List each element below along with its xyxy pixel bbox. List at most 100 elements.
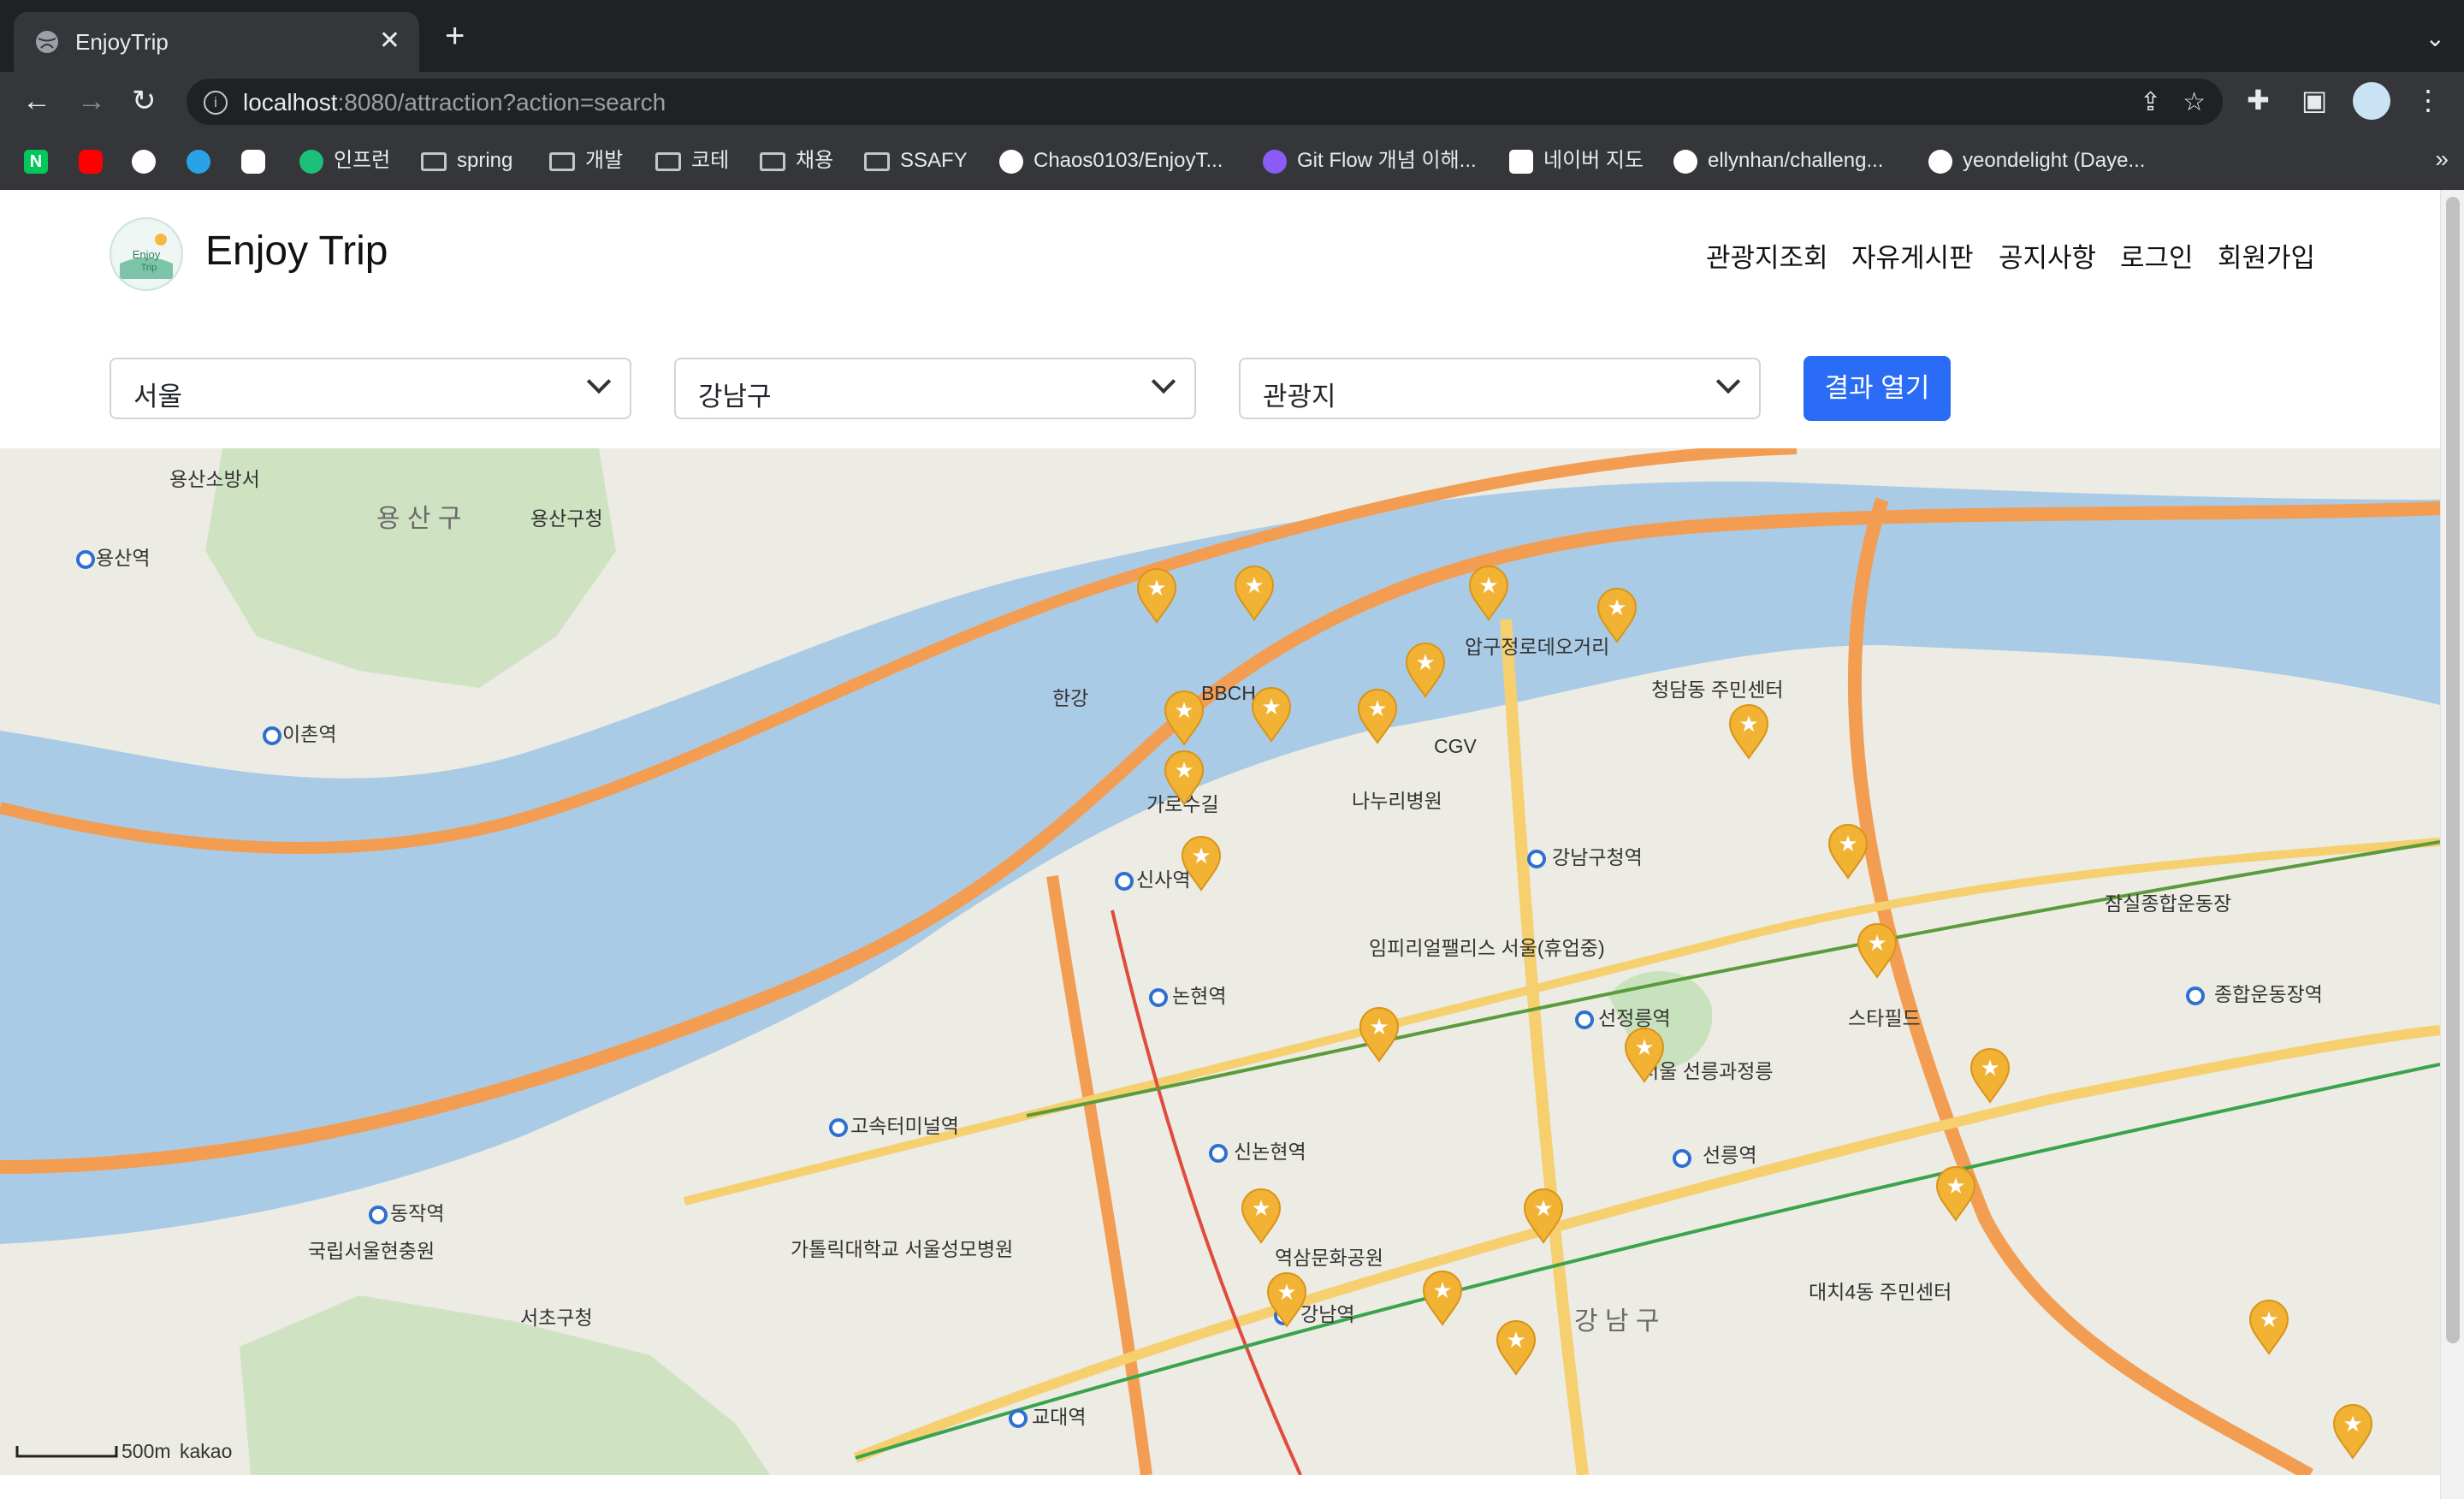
map-label-starfield: 스타필드	[1848, 1007, 1921, 1029]
folder-icon	[549, 151, 575, 171]
bookmark-youtube[interactable]	[79, 145, 113, 176]
svg-text:★: ★	[1367, 696, 1387, 722]
region-select[interactable]: 서울	[110, 358, 631, 419]
map-label-gangnamgu-office-station: 강남구청역	[1552, 846, 1643, 868]
map-label-bbch: BBCH	[1201, 682, 1256, 704]
kakao-map[interactable]: 용 산 구 강 남 구 한강 용산역 용산소방서 용산구청 이촌역 신사역 논현…	[0, 448, 2440, 1475]
site-title[interactable]: Enjoy Trip	[205, 228, 388, 275]
bookmark-yeondelight[interactable]: yeondelight (Daye...	[1928, 145, 2145, 176]
map-label-gyodae-station: 교대역	[1032, 1406, 1086, 1428]
bookmark-folder-cote[interactable]: 코테	[655, 145, 729, 176]
svg-text:★: ★	[1980, 1056, 1999, 1081]
bookmark-folder-job[interactable]: 채용	[760, 145, 833, 176]
globe-icon	[36, 31, 58, 53]
bookmark-app[interactable]	[241, 145, 275, 176]
nav-login[interactable]: 로그인	[2120, 236, 2194, 275]
address-bar[interactable]: i localhost:8080/attraction?action=searc…	[187, 79, 2223, 125]
bookmark-inflearn[interactable]: 인프런	[299, 145, 390, 176]
bookmark-star-icon[interactable]: ☆	[2183, 88, 2206, 116]
map-label-nanuri-hospital: 나누리병원	[1352, 790, 1442, 812]
browser-tab-bar: EnjoyTrip ✕ + ⌄	[0, 0, 2464, 72]
naver-icon: N	[24, 149, 48, 174]
svg-text:★: ★	[2259, 1307, 2278, 1333]
bookmark-folder-ssafy[interactable]: SSAFY	[864, 145, 968, 176]
nav-signup[interactable]: 회원가입	[2218, 236, 2315, 275]
profile-avatar[interactable]	[2353, 82, 2390, 120]
github-icon	[132, 149, 156, 174]
map-label-seonjeongneung-station: 선정릉역	[1598, 1007, 1671, 1029]
map-label-seolleung-tomb: 서울 선릉과정릉	[1641, 1060, 1774, 1082]
map-label-express-bus-terminal: 고속터미널역	[850, 1115, 959, 1137]
map-label-apgujeong-rodeo: 압구정로데오거리	[1465, 636, 1609, 658]
bookmark-ellynhan[interactable]: ellynhan/challeng...	[1673, 145, 1883, 176]
scrollbar-thumb[interactable]	[2446, 197, 2460, 1343]
map-label-seocho-office: 서초구청	[520, 1306, 593, 1329]
forward-icon[interactable]: →	[77, 84, 106, 118]
git-icon	[1263, 149, 1287, 174]
tab-title: EnjoyTrip	[75, 29, 169, 55]
bookmark-naver-map[interactable]: 네이버 지도	[1509, 145, 1644, 176]
bookmarks-bar: N 인프런 spring 개발 코테 채용 SSAFY Chaos0103/En…	[0, 132, 2464, 191]
map-label-dongjak-station: 동작역	[390, 1202, 444, 1224]
svg-text:★: ★	[1244, 573, 1264, 599]
svg-text:★: ★	[1432, 1278, 1452, 1304]
map-label-yongsan-gu: 용 산 구	[376, 505, 461, 533]
svg-text:★: ★	[1838, 832, 1857, 857]
youtube-icon	[79, 149, 103, 174]
back-icon[interactable]: ←	[22, 84, 51, 118]
nav-board[interactable]: 자유게시판	[1851, 236, 1974, 275]
map-label-jamsil-stadium: 잠실종합운동장	[2105, 892, 2231, 915]
map-label-sinnonhyeon-station: 신논현역	[1234, 1141, 1306, 1163]
svg-text:★: ★	[1506, 1328, 1525, 1354]
bookmark-naver[interactable]: N	[24, 145, 58, 176]
page-scrollbar[interactable]	[2440, 190, 2464, 1499]
map-label-ichon-station: 이촌역	[282, 723, 336, 745]
bookmark-edge[interactable]	[187, 145, 221, 176]
svg-text:★: ★	[1251, 1196, 1270, 1222]
bookmark-folder-dev[interactable]: 개발	[549, 145, 623, 176]
svg-text:★: ★	[1533, 1196, 1553, 1222]
bookmark-chaos0103[interactable]: Chaos0103/EnjoyT...	[999, 145, 1223, 176]
map-label-national-cemetery: 국립서울현충원	[308, 1240, 435, 1262]
bookmark-folder-spring[interactable]: spring	[421, 145, 512, 176]
new-tab-icon[interactable]: +	[445, 19, 465, 53]
map-label-sports-complex-station: 종합운동장역	[2214, 983, 2323, 1005]
district-select[interactable]: 강남구	[674, 358, 1196, 419]
close-tab-icon[interactable]: ✕	[379, 26, 400, 56]
folder-icon	[760, 151, 785, 171]
svg-text:★: ★	[1415, 650, 1435, 676]
map-label-cgv: CGV	[1434, 735, 1478, 757]
map-label-nonhyeon-station: 논현역	[1172, 985, 1226, 1007]
map-label-seolleung-station: 선릉역	[1703, 1144, 1756, 1166]
map-label-yongsan-office: 용산구청	[530, 507, 603, 530]
svg-text:★: ★	[2343, 1412, 2362, 1437]
map-label-imperial-palace: 임피리얼팰리스 서울(휴업중)	[1369, 937, 1605, 959]
site-info-icon[interactable]: i	[204, 91, 228, 115]
content-type-select[interactable]: 관광지	[1239, 358, 1761, 419]
sidepanel-icon[interactable]: ▣	[2301, 84, 2327, 116]
share-icon[interactable]: ⇪	[2140, 88, 2161, 116]
bookmark-git-flow[interactable]: Git Flow 개념 이해...	[1263, 145, 1477, 176]
map-canvas[interactable]: 용 산 구 강 남 구 한강 용산역 용산소방서 용산구청 이촌역 신사역 논현…	[0, 448, 2440, 1475]
more-bookmarks-icon[interactable]: »	[2435, 145, 2449, 173]
chrome-menu-icon[interactable]: ⋮	[2414, 84, 2442, 116]
enjoy-trip-logo[interactable]: Enjoy Trip	[110, 217, 183, 291]
url-text[interactable]: localhost:8080/attraction?action=search	[243, 89, 666, 116]
svg-text:★: ★	[1174, 698, 1194, 724]
svg-text:★: ★	[1478, 573, 1498, 599]
open-results-button[interactable]: 결과 열기	[1804, 356, 1951, 421]
bookmark-github[interactable]	[132, 145, 166, 176]
extensions-icon[interactable]: ✚	[2247, 84, 2270, 116]
nav-attractions[interactable]: 관광지조회	[1706, 236, 1828, 275]
region-select-value: 서울	[133, 382, 183, 412]
folder-icon	[864, 151, 890, 171]
browser-tab[interactable]: EnjoyTrip ✕	[14, 12, 419, 72]
github-icon	[1928, 149, 1952, 174]
naver-map-icon	[1509, 149, 1533, 174]
svg-text:★: ★	[1634, 1035, 1654, 1061]
nav-notice[interactable]: 공지사항	[1999, 236, 2096, 275]
reload-icon[interactable]: ↻	[132, 84, 157, 118]
tab-search-icon[interactable]: ⌄	[2426, 24, 2445, 52]
district-select-value: 강남구	[698, 382, 772, 412]
browser-toolbar: ← → ↻ i localhost:8080/attraction?action…	[0, 72, 2464, 132]
